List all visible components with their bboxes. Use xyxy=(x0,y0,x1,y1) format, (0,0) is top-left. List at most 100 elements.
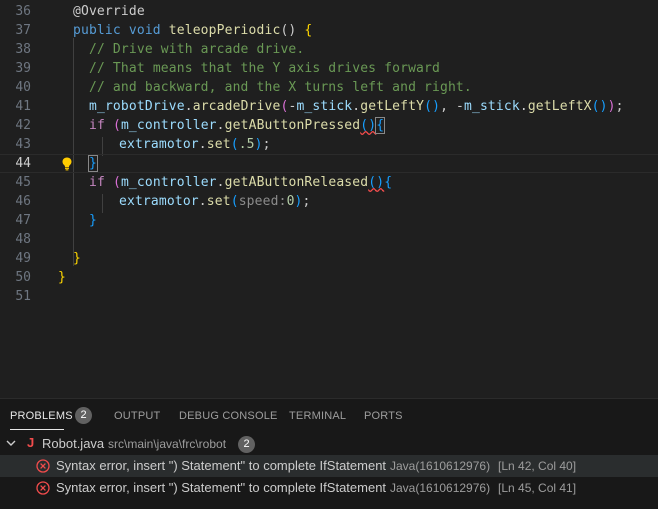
code-token: ; xyxy=(615,99,624,114)
line-number: 51 xyxy=(15,289,31,304)
chevron-down-icon[interactable] xyxy=(5,436,17,453)
error-icon xyxy=(36,459,50,473)
lightbulb-icon[interactable] xyxy=(60,156,74,171)
code-token: 0 xyxy=(286,194,295,209)
code-token: m_stick xyxy=(296,99,353,114)
code-token: m_controller xyxy=(120,175,217,190)
code-line[interactable]: 40 // and backward, and the X turns left… xyxy=(0,78,658,97)
code-token: { xyxy=(384,175,393,190)
problem-message: Syntax error, insert ") Statement" to co… xyxy=(56,480,387,495)
code-line[interactable]: 47 } xyxy=(0,211,658,230)
code-token: getLeftY xyxy=(360,99,425,114)
code-token: // Drive with arcade drive. xyxy=(89,42,305,57)
file-path: src\main\java\frc\robot xyxy=(108,437,227,451)
code-line[interactable]: 37 public void teleopPeriodic() { xyxy=(0,21,658,40)
code-token: ( xyxy=(112,175,121,190)
code-token: () xyxy=(280,23,305,38)
code-text: @Override xyxy=(73,2,145,21)
code-token: if xyxy=(89,175,105,190)
line-number: 37 xyxy=(15,23,31,38)
code-text: } xyxy=(88,154,98,173)
code-token: . xyxy=(184,99,193,114)
code-token: ) xyxy=(607,99,616,114)
line-number: 47 xyxy=(15,213,31,228)
code-token: . xyxy=(198,194,207,209)
code-token: void xyxy=(128,23,161,38)
code-line[interactable]: 36 @Override xyxy=(0,2,658,21)
code-token: .5 xyxy=(238,137,255,152)
code-token: // That means that the Y axis drives for… xyxy=(89,61,440,76)
problem-location: [Ln 45, Col 41] xyxy=(498,481,577,495)
problem-item[interactable]: Syntax error, insert ") Statement" to co… xyxy=(0,455,658,477)
code-token: extramotor xyxy=(119,194,199,209)
code-token: if xyxy=(89,118,105,133)
code-token: extramotor xyxy=(119,137,199,152)
tab-ports[interactable]: PORTS xyxy=(364,410,403,422)
code-token: } xyxy=(88,155,98,172)
tab-output[interactable]: OUTPUT xyxy=(114,410,160,422)
code-line[interactable]: 42 if (m_controller.getAButtonPressed(){ xyxy=(0,116,658,135)
code-line[interactable]: 48 xyxy=(0,230,658,249)
code-token: () xyxy=(591,99,608,114)
code-text: // Drive with arcade drive. xyxy=(89,40,304,59)
code-token: set xyxy=(206,194,231,209)
code-text: extramotor.set(.5); xyxy=(119,135,271,154)
code-token: @Override xyxy=(73,4,145,19)
code-line[interactable]: 45 if (m_controller.getAButtonReleased()… xyxy=(0,173,658,192)
code-token: getAButtonPressed xyxy=(224,118,361,133)
code-text: m_robotDrive.arcadeDrive(-m_stick.getLef… xyxy=(89,97,624,116)
code-token: ( xyxy=(230,137,239,152)
code-text: } xyxy=(58,268,66,287)
code-token: . xyxy=(216,118,225,133)
tab-problems[interactable]: PROBLEMS xyxy=(10,410,73,422)
problem-source: Java(1610612976) xyxy=(390,459,491,473)
code-line[interactable]: 50 } xyxy=(0,268,658,287)
problems-count-badge: 2 xyxy=(75,407,92,424)
code-text: } xyxy=(73,249,81,268)
problem-item[interactable]: Syntax error, insert ") Statement" to co… xyxy=(0,477,658,499)
problem-file-group[interactable]: J Robot.java src\main\java\frc\robot 2 xyxy=(0,434,658,454)
code-token: . xyxy=(198,137,207,152)
code-token: ) xyxy=(294,194,303,209)
code-line[interactable]: 49 } xyxy=(0,249,658,268)
active-tab-indicator xyxy=(10,429,64,430)
line-number: 38 xyxy=(15,42,31,57)
code-text: public void teleopPeriodic() { xyxy=(73,21,312,40)
code-editor[interactable]: 36 @Override 37 public void teleopPeriod… xyxy=(0,0,658,398)
code-token: ( xyxy=(230,194,239,209)
code-token: public xyxy=(73,23,121,38)
file-name: Robot.java xyxy=(42,436,105,451)
code-token: // and backward, and the X turns left an… xyxy=(89,80,472,95)
code-line[interactable]: 46 extramotor.set(speed:0); xyxy=(0,192,658,211)
tab-terminal[interactable]: TERMINAL xyxy=(289,410,346,422)
code-line[interactable]: 41 m_robotDrive.arcadeDrive(-m_stick.get… xyxy=(0,97,658,116)
code-text: if (m_controller.getAButtonPressed(){ xyxy=(89,116,386,135)
code-line[interactable]: 51 xyxy=(0,287,658,306)
error-icon xyxy=(36,481,50,495)
line-number: 50 xyxy=(15,270,31,285)
code-line[interactable]: 43 extramotor.set(.5); xyxy=(0,135,658,154)
line-number: 36 xyxy=(15,4,31,19)
panel-tabs: PROBLEMS 2 OUTPUT DEBUG CONSOLE TERMINAL… xyxy=(0,399,658,433)
code-token: ) xyxy=(254,137,263,152)
code-token: () xyxy=(360,118,377,133)
code-line[interactable]: 38 // Drive with arcade drive. xyxy=(0,40,658,59)
code-line[interactable]: 39 // That means that the Y axis drives … xyxy=(0,59,658,78)
code-token: () xyxy=(424,99,441,114)
code-token: getLeftX xyxy=(527,99,592,114)
bottom-panel: PROBLEMS 2 OUTPUT DEBUG CONSOLE TERMINAL… xyxy=(0,398,658,509)
code-token: () xyxy=(368,175,385,190)
tab-debug-console[interactable]: DEBUG CONSOLE xyxy=(179,410,278,422)
problem-message: Syntax error, insert ") Statement" to co… xyxy=(56,458,387,473)
code-token: m_robotDrive xyxy=(89,99,185,114)
code-token: ; xyxy=(302,194,311,209)
code-line-current[interactable]: 44 } xyxy=(0,154,658,173)
code-token: teleopPeriodic xyxy=(168,23,281,38)
line-number: 39 xyxy=(15,61,31,76)
code-text: // and backward, and the X turns left an… xyxy=(89,78,472,97)
code-token: ( xyxy=(112,118,121,133)
